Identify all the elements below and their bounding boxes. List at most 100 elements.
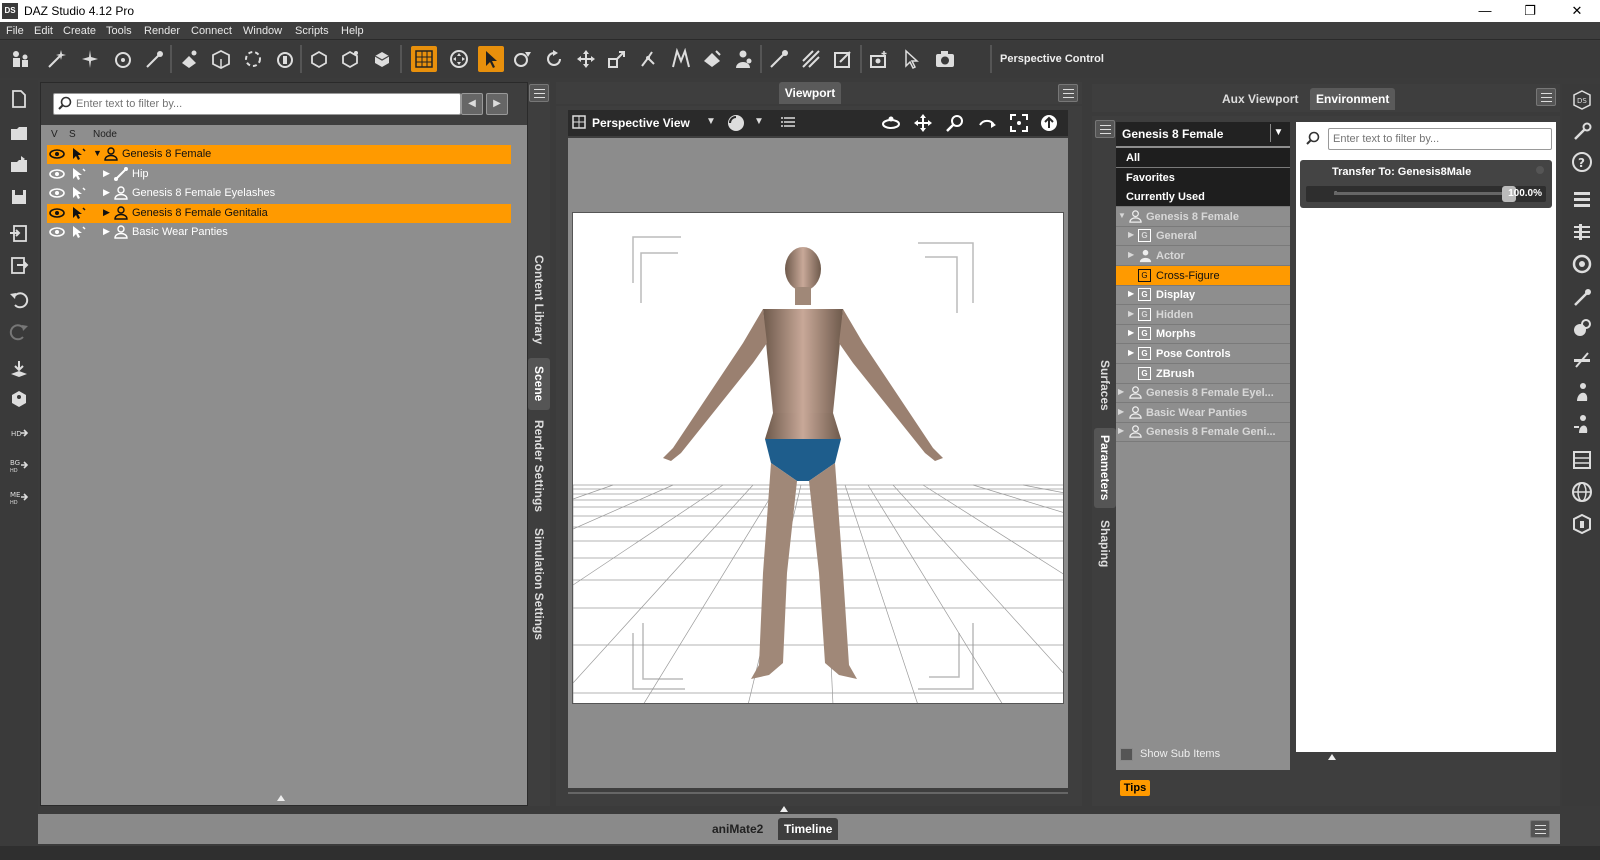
selectable-cursor-icon[interactable] (71, 167, 87, 181)
cube-tool-icon[interactable] (208, 46, 234, 72)
figure-setup-icon[interactable] (1570, 412, 1594, 436)
expand-arrow-icon[interactable]: ▶ (1128, 289, 1134, 298)
parameter-group-item[interactable]: G Cross-Figure (1116, 265, 1290, 286)
parameter-group-item[interactable]: ▶ G Morphs (1116, 324, 1290, 345)
viewport-panel-menu-icon[interactable] (1058, 84, 1078, 102)
geometry-edit-tool-icon[interactable] (176, 46, 202, 72)
orbit-tool-icon[interactable] (541, 46, 567, 72)
reset-view-icon[interactable] (1038, 113, 1060, 133)
selectable-cursor-icon[interactable] (71, 225, 87, 239)
tab-render-settings[interactable]: Render Settings (528, 418, 550, 514)
expand-arrow-icon[interactable]: ▶ (103, 226, 110, 237)
merge-folder-icon[interactable] (6, 152, 32, 178)
primitive-tool-icon[interactable] (306, 46, 332, 72)
collapse-arrow-icon[interactable] (277, 795, 285, 801)
parameter-group-item[interactable]: ▶ Actor (1116, 246, 1290, 266)
cursor-tool-icon[interactable] (898, 46, 924, 72)
frame-view-icon[interactable] (1008, 113, 1030, 133)
menu-edit[interactable]: Edit (34, 25, 53, 37)
tab-shaping[interactable]: Shaping (1094, 516, 1116, 572)
camera-add-icon[interactable] (866, 46, 892, 72)
joint-editor-icon[interactable] (636, 46, 662, 72)
orbit-view-icon[interactable] (880, 113, 902, 133)
universal-tool-icon[interactable] (446, 46, 472, 72)
tab-simulation-settings[interactable]: Simulation Settings (528, 524, 550, 644)
node-tool-icon[interactable] (337, 46, 363, 72)
expand-arrow-icon[interactable]: ▶ (1128, 328, 1134, 337)
draw-style-icon[interactable] (726, 113, 746, 133)
tab-surfaces[interactable]: Surfaces (1094, 352, 1116, 418)
minimize-button[interactable]: — (1470, 2, 1500, 20)
parameter-filter-input[interactable] (1328, 128, 1552, 150)
drop-to-floor-icon[interactable] (6, 356, 32, 382)
parameter-group-item[interactable]: ▶ G Display (1116, 285, 1290, 306)
expand-arrow-icon[interactable]: ▶ (1128, 309, 1134, 318)
filter-back-button[interactable]: ◀ (461, 93, 483, 115)
bottom-panel-menu-icon[interactable] (1530, 820, 1550, 838)
parameter-group-item[interactable]: ▼ Genesis 8 Female (1116, 207, 1290, 227)
add-figure-tool-icon[interactable] (8, 46, 34, 72)
scene-node-row[interactable]: ▶ Basic Wear Panties (47, 223, 511, 242)
expand-arrow-icon[interactable]: ▶ (1128, 250, 1134, 259)
light-tool-icon[interactable] (766, 46, 792, 72)
node-selection-tool-icon[interactable] (478, 46, 504, 72)
menu-tools[interactable]: Tools (106, 25, 132, 37)
tools-settings-icon[interactable] (1570, 120, 1594, 144)
draw-style-dropdown-icon[interactable]: ▼ (754, 116, 764, 127)
tab-aux-viewport[interactable]: Aux Viewport (1216, 88, 1304, 110)
scene-node-row[interactable]: ▶ Genesis 8 Female Genitalia (47, 203, 511, 223)
node-column-header[interactable]: Node (93, 129, 117, 140)
parameter-settings-icon[interactable] (1536, 166, 1544, 174)
parameter-group-item[interactable]: ▶ G Pose Controls (1116, 344, 1290, 364)
visibility-eye-icon[interactable] (49, 186, 65, 200)
figure-selector[interactable]: Genesis 8 Female ▼ (1116, 122, 1290, 146)
translate-tool-icon[interactable] (573, 46, 599, 72)
visible-column-header[interactable]: V (51, 129, 58, 140)
expand-arrow-icon[interactable]: ▶ (103, 168, 110, 179)
parameter-group-item[interactable]: ▶ G General (1116, 226, 1290, 247)
parameter-group-item[interactable]: All (1116, 148, 1290, 168)
tab-animate2[interactable]: aniMate2 (706, 818, 769, 840)
show-sub-items-checkbox[interactable] (1120, 748, 1133, 761)
roll-view-icon[interactable] (976, 113, 998, 133)
surfaces-pane-icon[interactable] (1570, 252, 1594, 276)
box-tool-icon[interactable] (369, 46, 395, 72)
collapse-arrow-icon[interactable]: ▼ (93, 148, 102, 158)
selectable-cursor-icon[interactable] (71, 147, 87, 161)
parameters-pane-icon[interactable] (1570, 188, 1594, 212)
geometry-editor-icon[interactable] (699, 46, 725, 72)
expand-arrow-icon[interactable]: ▶ (1118, 387, 1124, 396)
menu-window[interactable]: Window (243, 25, 282, 37)
visibility-eye-icon[interactable] (49, 225, 65, 239)
region-edit-icon[interactable] (830, 46, 856, 72)
save-icon[interactable] (6, 184, 32, 210)
menu-connect[interactable]: Connect (191, 25, 232, 37)
camera-icon[interactable] (932, 46, 958, 72)
parameter-group-item[interactable]: ▶ Genesis 8 Female Eyel... (1116, 383, 1290, 404)
visibility-eye-icon[interactable] (49, 147, 65, 161)
viewport-canvas[interactable] (568, 138, 1068, 788)
parameter-group-item[interactable]: ▶ G Hidden (1116, 305, 1290, 325)
environment-globe-icon[interactable] (1570, 480, 1594, 504)
menu-scripts[interactable]: Scripts (295, 25, 329, 37)
expand-arrow-icon[interactable]: ▶ (1118, 426, 1124, 435)
spot-render-tool-icon[interactable] (798, 46, 824, 72)
tips-button[interactable]: Tips (1120, 780, 1150, 796)
expand-arrow-icon[interactable]: ▶ (1128, 348, 1134, 357)
collapse-arrow-icon[interactable]: ▼ (1118, 211, 1126, 220)
surface-tool-icon[interactable] (272, 46, 298, 72)
maximize-button[interactable]: ❐ (1515, 2, 1545, 20)
hd-morph-icon[interactable]: HD (6, 420, 32, 446)
parameter-group-item[interactable]: G ZBrush (1116, 364, 1290, 384)
expand-arrow-icon[interactable]: ▶ (103, 187, 110, 198)
visibility-eye-icon[interactable] (49, 167, 65, 181)
expand-arrow-icon[interactable]: ▶ (1128, 230, 1134, 239)
scene-node-row[interactable]: ▶ Genesis 8 Female Eyelashes (47, 184, 511, 203)
tab-scene[interactable]: Scene (528, 358, 550, 410)
right-panel-menu-icon[interactable] (1536, 88, 1556, 106)
zoom-view-icon[interactable] (944, 113, 966, 133)
pan-view-icon[interactable] (912, 113, 934, 133)
wand-tool-icon[interactable] (44, 46, 70, 72)
tab-environment[interactable]: Environment (1310, 88, 1396, 110)
spark-tool-icon[interactable] (77, 46, 103, 72)
